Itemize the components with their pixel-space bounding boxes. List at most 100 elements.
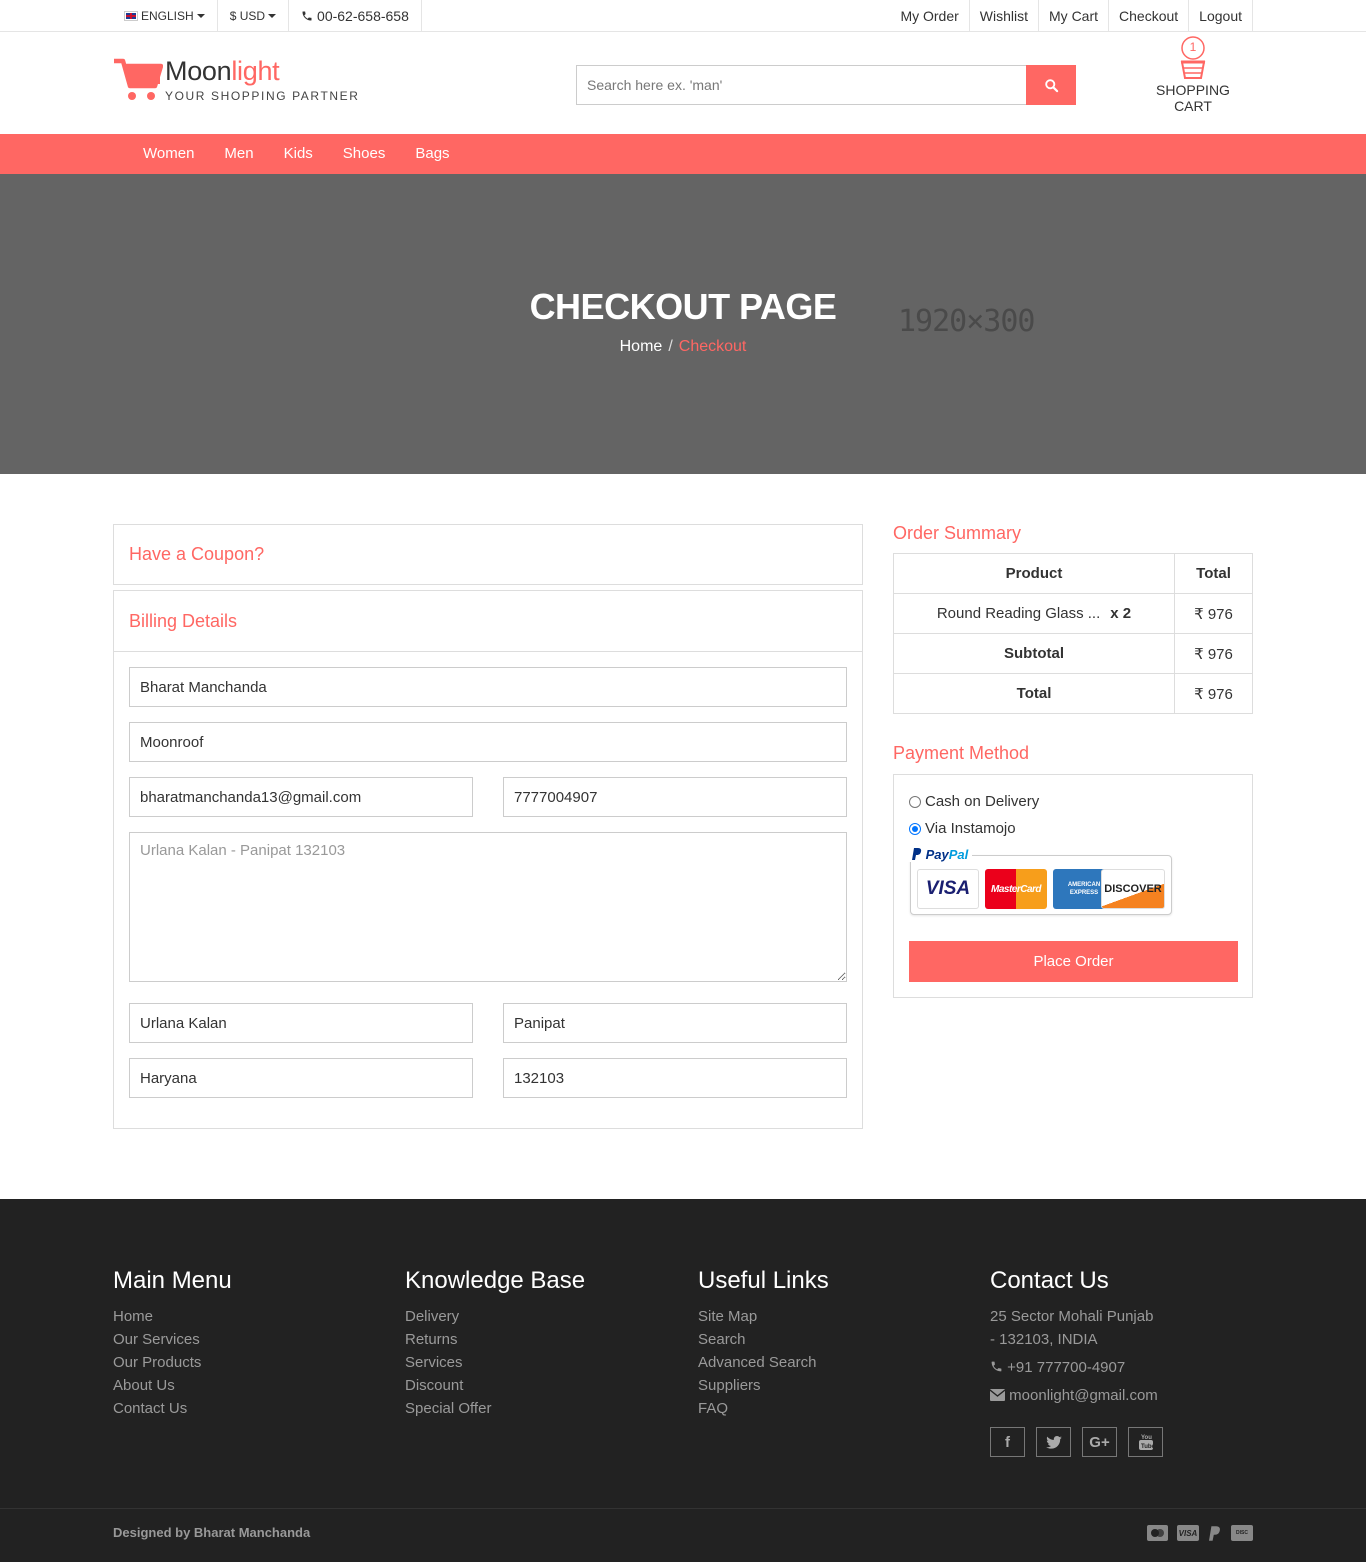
twitter-icon[interactable] xyxy=(1036,1427,1071,1457)
shopping-cart-button[interactable]: 1 SHOPPING CART xyxy=(1136,36,1250,114)
place-order-button[interactable]: Place Order xyxy=(909,941,1238,982)
breadcrumb-home[interactable]: Home xyxy=(620,338,663,355)
footer-link-our-products[interactable]: Our Products xyxy=(113,1351,232,1374)
footer-link-advanced-search[interactable]: Advanced Search xyxy=(698,1351,829,1374)
coupon-title[interactable]: Have a Coupon? xyxy=(114,525,862,584)
google-plus-icon[interactable]: G+ xyxy=(1082,1427,1117,1457)
contact-email-address: moonlight@gmail.com xyxy=(1009,1387,1158,1404)
search-input[interactable] xyxy=(576,65,1026,105)
logo-name-main: Moon xyxy=(165,56,232,86)
nav-item-men[interactable]: Men xyxy=(209,134,268,174)
full-name-field[interactable] xyxy=(129,667,847,707)
zip-field[interactable] xyxy=(503,1058,847,1098)
instamojo-radio[interactable] xyxy=(909,822,921,835)
footer-link-discount[interactable]: Discount xyxy=(405,1374,585,1397)
footer-link-our-services[interactable]: Our Services xyxy=(113,1328,232,1351)
topbar-phone: 00-62-658-658 xyxy=(289,0,422,31)
breadcrumb: Home / Checkout xyxy=(0,338,1366,356)
youtube-icon[interactable]: Tube You xyxy=(1128,1427,1163,1457)
footer-link-services[interactable]: Services xyxy=(405,1351,585,1374)
footer-bottom-bar: Designed by Bharat Manchanda VISA DISC xyxy=(0,1508,1366,1562)
caret-down-icon xyxy=(268,13,277,18)
search-button[interactable] xyxy=(1026,65,1076,105)
visa-icon: VISA xyxy=(1177,1525,1199,1541)
order-item-qty: x 2 xyxy=(1110,605,1132,622)
footer-heading: Contact Us xyxy=(990,1267,1109,1294)
footer-main-menu: Main Menu Home Our Services Our Products… xyxy=(113,1267,232,1420)
contact-address-line-1: 25 Sector Mohali Punjab xyxy=(990,1308,1154,1325)
checkout-link[interactable]: Checkout xyxy=(1109,0,1190,31)
company-field[interactable] xyxy=(129,722,847,762)
cart-count-badge: 1 xyxy=(1189,40,1197,54)
footer-heading: Useful Links xyxy=(698,1267,829,1294)
cart-logo-icon xyxy=(113,56,164,102)
footer-link-returns[interactable]: Returns xyxy=(405,1328,585,1351)
footer-knowledge-base: Knowledge Base Delivery Returns Services… xyxy=(405,1267,585,1420)
nav-item-women[interactable]: Women xyxy=(128,134,209,174)
site-logo[interactable]: Moonlight YOUR SHOPPING PARTNER xyxy=(113,56,360,103)
currency-dropdown[interactable]: $ USD xyxy=(218,0,290,31)
main-nav: Women Men Kids Shoes Bags xyxy=(0,134,1366,174)
footer-link-faq[interactable]: FAQ xyxy=(698,1397,829,1420)
total-value: ₹ 976 xyxy=(1174,673,1253,714)
cart-label: SHOPPING CART xyxy=(1156,82,1230,114)
discover-icon: DISC xyxy=(1231,1525,1253,1541)
footer-link-about-us[interactable]: About Us xyxy=(113,1374,232,1397)
page-title: CHECKOUT PAGE xyxy=(529,286,837,327)
breadcrumb-current: Checkout xyxy=(678,338,747,355)
instamojo-option[interactable]: Via Instamojo xyxy=(909,820,1016,837)
footer-link-delivery[interactable]: Delivery xyxy=(405,1305,585,1328)
logout-link[interactable]: Logout xyxy=(1189,0,1253,31)
town-field[interactable] xyxy=(129,1003,473,1043)
contact-phone: +91 777700-4907 xyxy=(990,1356,1158,1379)
subtotal-value: ₹ 976 xyxy=(1174,633,1253,674)
paypal-icon xyxy=(1208,1525,1222,1541)
footer-heading: Main Menu xyxy=(113,1267,232,1294)
nav-item-bags[interactable]: Bags xyxy=(400,134,464,174)
logo-name: Moonlight xyxy=(165,56,360,86)
my-cart-link[interactable]: My Cart xyxy=(1039,0,1110,31)
language-label: ENGLISH xyxy=(141,8,194,23)
footer-link-search[interactable]: Search xyxy=(698,1328,829,1351)
my-order-link[interactable]: My Order xyxy=(890,0,970,31)
wishlist-link[interactable]: Wishlist xyxy=(970,0,1040,31)
city-field[interactable] xyxy=(503,1003,847,1043)
footer-link-home[interactable]: Home xyxy=(113,1305,232,1328)
footer: Main Menu Home Our Services Our Products… xyxy=(0,1199,1366,1562)
col-product: Product xyxy=(893,553,1175,594)
email-field[interactable] xyxy=(129,777,473,817)
order-summary-table: Product Total Round Reading Glass ... x 2… xyxy=(893,553,1253,714)
uk-flag-icon xyxy=(124,10,138,21)
footer-link-contact-us[interactable]: Contact Us xyxy=(113,1397,232,1420)
cod-label: Cash on Delivery xyxy=(925,793,1040,810)
footer-credit: Designed by Bharat Manchanda xyxy=(113,1525,311,1540)
phone-icon xyxy=(302,11,312,20)
page-banner: 1920×300 CHECKOUT PAGE Home / Checkout xyxy=(0,174,1366,474)
logo-text: Moonlight YOUR SHOPPING PARTNER xyxy=(165,56,360,103)
footer-link-suppliers[interactable]: Suppliers xyxy=(698,1374,829,1397)
facebook-icon[interactable]: f xyxy=(990,1427,1025,1457)
breadcrumb-separator: / xyxy=(668,338,673,355)
phone-field[interactable] xyxy=(503,777,847,817)
nav-item-kids[interactable]: Kids xyxy=(269,134,328,174)
footer-link-special-offer[interactable]: Special Offer xyxy=(405,1397,585,1420)
discover-card-icon: DISCOVER xyxy=(1101,869,1165,909)
footer-link-site-map[interactable]: Site Map xyxy=(698,1305,829,1328)
mastercard-icon: MasterCard xyxy=(985,869,1047,909)
visa-card-icon: VISA xyxy=(917,869,979,909)
nav-item-shoes[interactable]: Shoes xyxy=(328,134,401,174)
order-summary-title: Order Summary xyxy=(893,523,1022,543)
language-dropdown[interactable]: ENGLISH xyxy=(113,0,218,31)
order-item-cell: Round Reading Glass ... x 2 xyxy=(893,593,1175,634)
table-row: Total ₹ 976 xyxy=(893,673,1253,714)
state-field[interactable] xyxy=(129,1058,473,1098)
paypal-icon xyxy=(912,848,922,860)
coupon-panel[interactable]: Have a Coupon? xyxy=(113,524,863,585)
order-item-total: ₹ 976 xyxy=(1174,593,1253,634)
total-label: Total xyxy=(893,673,1175,714)
address-textarea[interactable] xyxy=(129,832,847,982)
cod-option[interactable]: Cash on Delivery xyxy=(909,793,1039,810)
cod-radio[interactable] xyxy=(909,795,921,808)
paypal-logo: PayPal xyxy=(908,847,973,862)
contact-phone-number: +91 777700-4907 xyxy=(1007,1359,1126,1376)
